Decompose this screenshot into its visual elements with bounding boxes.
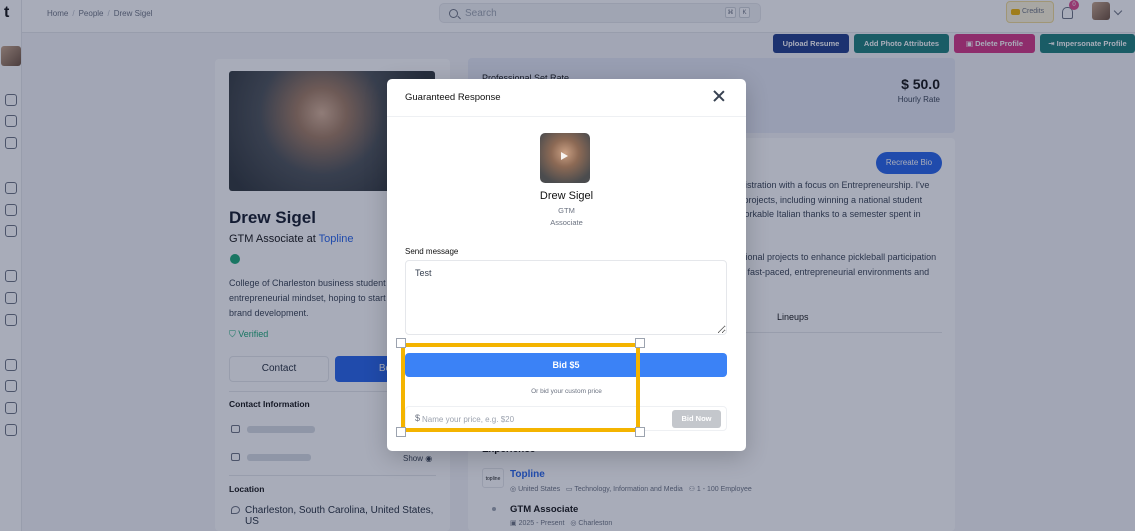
modal-header: Guaranteed Response xyxy=(387,79,746,117)
message-label: Send message xyxy=(405,247,459,256)
close-icon[interactable] xyxy=(712,89,726,103)
resize-handle[interactable] xyxy=(635,338,645,348)
resize-handle[interactable] xyxy=(635,427,645,437)
modal-title: Guaranteed Response xyxy=(405,92,501,103)
candidate-title-line2: Associate xyxy=(550,218,583,227)
bid-now-button[interactable]: Bid Now xyxy=(672,410,721,428)
resize-handle[interactable] xyxy=(396,427,406,437)
message-textarea[interactable]: Test xyxy=(405,260,727,335)
candidate-name: Drew Sigel xyxy=(539,190,594,202)
candidate-title-line1: GTM xyxy=(558,206,575,215)
resize-handle[interactable] xyxy=(396,338,406,348)
candidate-video-thumbnail[interactable] xyxy=(540,133,590,183)
highlight-box xyxy=(401,343,640,432)
play-icon xyxy=(561,152,568,160)
